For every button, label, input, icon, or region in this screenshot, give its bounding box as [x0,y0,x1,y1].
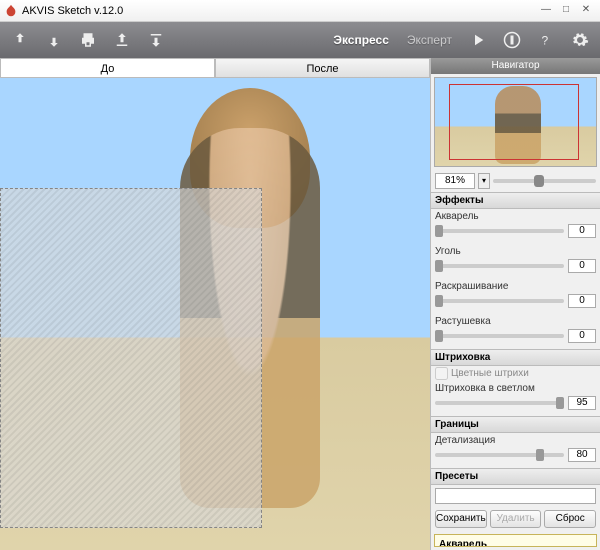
light-hatch-slider[interactable] [435,401,564,405]
mode-expert[interactable]: Эксперт [407,33,452,47]
open-button[interactable] [6,26,34,54]
zoom-value[interactable]: 81% [435,173,475,189]
delete-preset-button[interactable]: Удалить [490,510,542,528]
watercolor-slider[interactable] [435,229,564,233]
canvas-pane: До После [0,58,430,550]
help-button[interactable]: ? [532,26,560,54]
save-button[interactable] [40,26,68,54]
smudge-slider[interactable] [435,334,564,338]
import-button[interactable] [108,26,136,54]
image-canvas[interactable] [0,78,430,550]
detail-slider[interactable] [435,453,564,457]
param-label: Акварель [435,211,596,222]
param-label: Детализация [435,435,596,446]
coloration-value[interactable]: 0 [568,294,596,308]
run-button[interactable] [464,26,492,54]
mode-express[interactable]: Экспресс [333,33,389,47]
help-panel: Акварель Параметр позволяет добавить эфф… [434,534,597,547]
param-label: Штриховка в светлом [435,383,596,394]
smudge-value[interactable]: 0 [568,329,596,343]
navigator-viewport-rect[interactable] [449,84,579,160]
coloration-slider[interactable] [435,299,564,303]
zoom-dropdown[interactable]: ▾ [478,173,490,189]
navigator-header: Навигатор [431,58,600,74]
param-label: Растушевка [435,316,596,327]
param-detail: Детализация 80 [431,433,600,468]
color-strokes-checkbox[interactable] [435,367,448,380]
watercolor-value[interactable]: 0 [568,224,596,238]
color-strokes-label: Цветные штрихи [451,368,529,379]
detail-value[interactable]: 80 [568,448,596,462]
section-hatching: Штриховка [431,349,600,366]
param-charcoal: Уголь 0 [431,244,600,279]
sketch-preview-region[interactable] [0,188,262,528]
param-watercolor: Акварель 0 [431,209,600,244]
zoom-slider[interactable] [493,179,596,183]
charcoal-value[interactable]: 0 [568,259,596,273]
title-bar: AKVIS Sketch v.12.0 — □ ✕ [0,0,600,22]
view-tabs: До После [0,58,430,78]
info-button[interactable] [498,26,526,54]
charcoal-slider[interactable] [435,264,564,268]
param-coloration: Раскрашивание 0 [431,279,600,314]
main-toolbar: Экспресс Эксперт ? [0,22,600,58]
param-label: Уголь [435,246,596,257]
help-title: Акварель [439,539,592,547]
save-preset-button[interactable]: Сохранить [435,510,487,528]
section-edges: Границы [431,416,600,433]
navigator-preview[interactable] [434,77,597,167]
section-presets: Пресеты [431,468,600,485]
param-light-hatch: Штриховка в светлом 95 [431,381,600,416]
settings-button[interactable] [566,26,594,54]
maximize-button[interactable]: □ [556,4,576,18]
export-button[interactable] [142,26,170,54]
close-button[interactable]: ✕ [576,4,596,18]
minimize-button[interactable]: — [536,4,556,18]
tab-before[interactable]: До [0,58,215,78]
tab-after[interactable]: После [215,58,430,78]
app-logo-icon [4,4,18,18]
reset-preset-button[interactable]: Сброс [544,510,596,528]
section-effects: Эффекты [431,192,600,209]
param-smudge: Растушевка 0 [431,314,600,349]
svg-text:?: ? [542,34,549,48]
color-strokes-row: Цветные штрихи [431,366,600,381]
side-panel: Навигатор 81% ▾ Эффекты Акварель 0 Уголь… [430,58,600,550]
preset-dropdown[interactable] [435,488,596,504]
param-label: Раскрашивание [435,281,596,292]
print-button[interactable] [74,26,102,54]
window-title: AKVIS Sketch v.12.0 [22,5,123,17]
light-hatch-value[interactable]: 95 [568,396,596,410]
